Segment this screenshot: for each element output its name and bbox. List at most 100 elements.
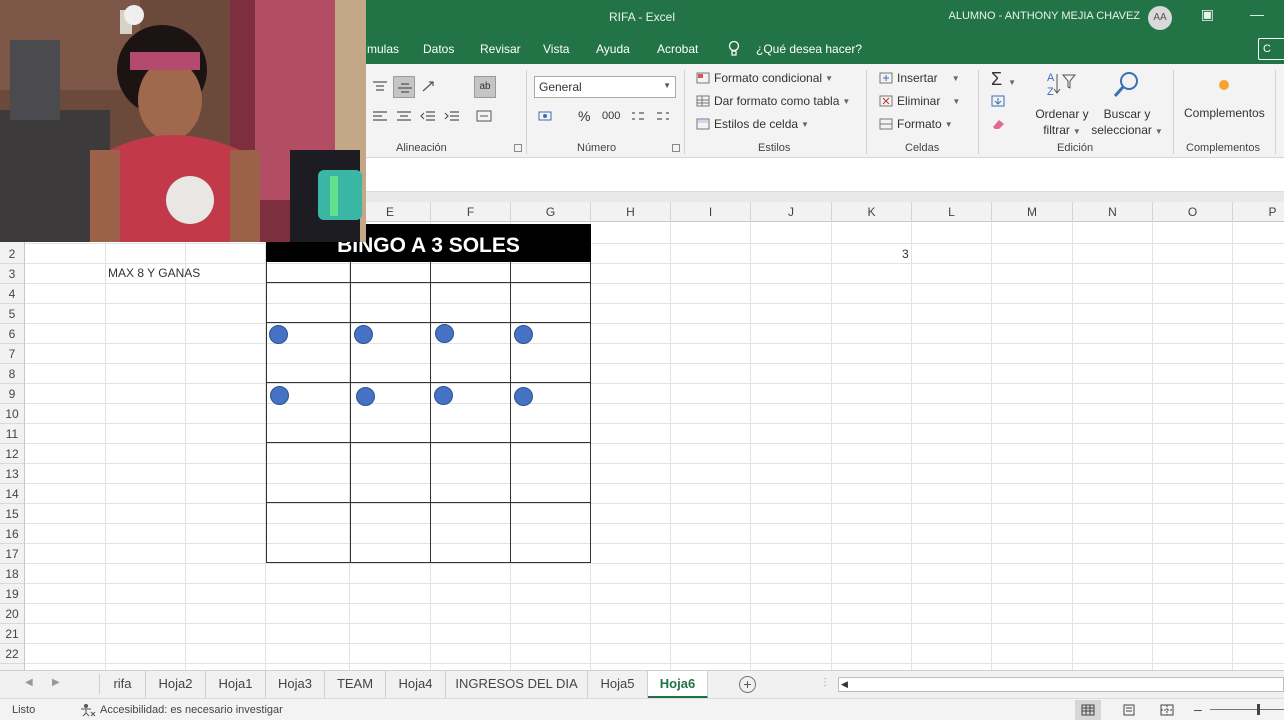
row-header[interactable]: 10: [0, 404, 24, 424]
marker-circle[interactable]: [434, 386, 453, 405]
row-header[interactable]: 13: [0, 464, 24, 484]
wrap-text-button[interactable]: ab: [474, 76, 496, 98]
sheet-tab-hoja6[interactable]: Hoja6: [648, 671, 708, 698]
sort-filter-icon[interactable]: A Z: [1045, 70, 1077, 98]
column-header-h[interactable]: H: [591, 202, 671, 222]
align-center-icon[interactable]: [396, 110, 412, 122]
tell-me-search[interactable]: ¿Qué desea hacer?: [756, 42, 862, 56]
accessibility-icon[interactable]: [80, 703, 96, 717]
tab-ayuda[interactable]: Ayuda: [596, 42, 630, 56]
percent-style-button[interactable]: %: [578, 108, 590, 124]
addins-button[interactable]: Complementos: [1184, 106, 1265, 120]
merge-center-icon[interactable]: [476, 110, 492, 122]
row-header[interactable]: 14: [0, 484, 24, 504]
column-header-n[interactable]: N: [1073, 202, 1153, 222]
row-header[interactable]: 3: [0, 264, 24, 284]
tab-datos[interactable]: Datos: [423, 42, 454, 56]
page-layout-button[interactable]: [1116, 700, 1142, 720]
cell-grid[interactable]: MAX 8 Y GANAS 3: [25, 222, 1284, 670]
sheet-tab-hoja4[interactable]: Hoja4: [386, 671, 446, 698]
prev-sheet-icon[interactable]: ◀: [25, 677, 33, 688]
currency-icon[interactable]: [538, 110, 554, 122]
account-name[interactable]: ALUMNO - ANTHONY MEJIA CHAVEZ: [948, 10, 1140, 22]
alineacion-launcher-icon[interactable]: [514, 144, 522, 152]
row-header[interactable]: 6: [0, 324, 24, 344]
row-header[interactable]: 18: [0, 564, 24, 584]
find-select-button[interactable]: Buscar y seleccionar ▼: [1090, 106, 1164, 140]
row-header[interactable]: 17: [0, 544, 24, 564]
number-format-select[interactable]: General ▼: [534, 76, 676, 98]
conditional-format-button[interactable]: Formato condicional ▼: [696, 71, 833, 85]
row-header[interactable]: 15: [0, 504, 24, 524]
tab-vista[interactable]: Vista: [543, 42, 569, 56]
sheet-tab-hoja5[interactable]: Hoja5: [588, 671, 648, 698]
sheet-tab-hoja1[interactable]: Hoja1: [206, 671, 266, 698]
marker-circle[interactable]: [269, 325, 288, 344]
column-header-j[interactable]: J: [751, 202, 832, 222]
zoom-out-icon[interactable]: –: [1194, 701, 1202, 717]
tab-revisar[interactable]: Revisar: [480, 42, 521, 56]
row-header[interactable]: 16: [0, 524, 24, 544]
column-header-g[interactable]: G: [511, 202, 591, 222]
sheet-tab-hoja3[interactable]: Hoja3: [266, 671, 325, 698]
column-header-k[interactable]: K: [832, 202, 912, 222]
row-header[interactable]: 8: [0, 364, 24, 384]
decrease-indent-icon[interactable]: [420, 110, 436, 122]
sheet-tab-team[interactable]: TEAM: [325, 671, 386, 698]
row-header[interactable]: 5: [0, 304, 24, 324]
column-header-f[interactable]: F: [431, 202, 511, 222]
row-header[interactable]: 2: [0, 244, 24, 264]
format-as-table-button[interactable]: Dar formato como tabla ▼: [696, 94, 850, 108]
cell-max-8-y-ganas[interactable]: MAX 8 Y GANAS: [108, 266, 200, 280]
marker-circle[interactable]: [435, 324, 454, 343]
zoom-slider[interactable]: [1210, 709, 1284, 710]
column-header-l[interactable]: L: [912, 202, 992, 222]
orientation-icon[interactable]: [421, 80, 437, 92]
column-header-m[interactable]: M: [992, 202, 1073, 222]
marker-circle[interactable]: [354, 325, 373, 344]
delete-cells-button[interactable]: Eliminar ▼: [879, 94, 960, 108]
minimize-icon[interactable]: —: [1250, 6, 1264, 22]
column-header-i[interactable]: I: [671, 202, 751, 222]
increase-decimal-icon[interactable]: [630, 110, 646, 122]
sheet-tab-ingresos-del-dia[interactable]: INGRESOS DEL DIA: [446, 671, 588, 698]
comma-style-button[interactable]: 000: [602, 110, 620, 122]
increase-indent-icon[interactable]: [444, 110, 460, 122]
autosum-icon[interactable]: Σ ▼: [991, 69, 1016, 90]
page-break-button[interactable]: [1154, 700, 1180, 720]
scroll-left-icon[interactable]: ◀: [841, 679, 848, 690]
account-avatar[interactable]: AA: [1148, 6, 1172, 30]
column-header-p[interactable]: P: [1233, 202, 1284, 222]
format-cells-button[interactable]: Formato ▼: [879, 117, 953, 131]
insert-cells-button[interactable]: Insertar ▼: [879, 71, 960, 85]
normal-view-button[interactable]: [1075, 700, 1101, 720]
align-top-icon[interactable]: [372, 80, 388, 92]
eraser-icon[interactable]: [991, 118, 1007, 130]
tab-acrobat[interactable]: Acrobat: [657, 42, 698, 56]
row-header[interactable]: 21: [0, 624, 24, 644]
search-icon[interactable]: [1112, 70, 1142, 100]
column-header-o[interactable]: O: [1153, 202, 1233, 222]
cell-styles-button[interactable]: Estilos de celda ▼: [696, 117, 809, 131]
marker-circle[interactable]: [514, 387, 533, 406]
ribbon-display-icon[interactable]: ▣: [1201, 6, 1214, 23]
sheet-tab-hoja2[interactable]: Hoja2: [146, 671, 206, 698]
sort-filter-button[interactable]: Ordenar y filtrar ▼: [1035, 106, 1089, 140]
tab-formulas[interactable]: mulas: [367, 42, 399, 56]
tab-split-handle-icon[interactable]: ⋮: [820, 677, 830, 688]
marker-circle[interactable]: [356, 387, 375, 406]
next-sheet-icon[interactable]: ▶: [52, 677, 60, 688]
decrease-decimal-icon[interactable]: [655, 110, 671, 122]
row-header[interactable]: 20: [0, 604, 24, 624]
align-middle-button[interactable]: [393, 76, 415, 98]
marker-circle[interactable]: [514, 325, 533, 344]
fill-down-icon[interactable]: [991, 95, 1007, 107]
align-left-icon[interactable]: [372, 110, 388, 122]
row-header[interactable]: 9: [0, 384, 24, 404]
share-button[interactable]: C: [1258, 38, 1284, 60]
row-header[interactable]: 19: [0, 584, 24, 604]
zoom-slider-thumb[interactable]: [1257, 704, 1260, 715]
horizontal-scrollbar[interactable]: ◀: [838, 677, 1284, 692]
row-header[interactable]: 4: [0, 284, 24, 304]
marker-circle[interactable]: [270, 386, 289, 405]
